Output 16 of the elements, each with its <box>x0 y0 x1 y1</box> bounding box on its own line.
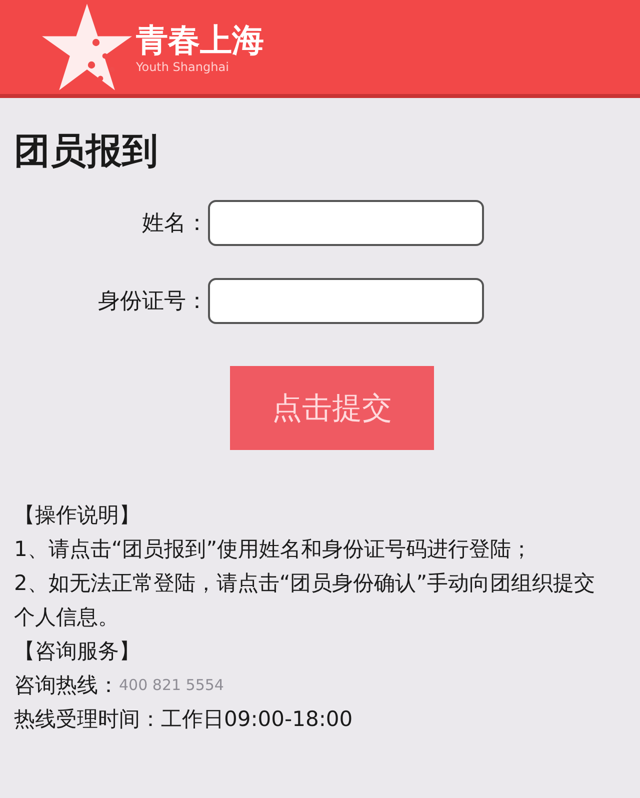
input-field[interactable] <box>208 200 484 246</box>
section-heading: 【咨询服务】 <box>14 638 141 665</box>
logo-subtitle: Youth Shanghai <box>136 60 230 74</box>
contact-label: 咨询热线： <box>14 672 119 699</box>
logo-title: 青春上海 <box>136 20 264 60</box>
section-heading: 【操作说明】 <box>14 502 141 529</box>
contact-label: 热线受理时间： <box>14 706 161 733</box>
contact-value: 400 821 5554 <box>119 675 224 696</box>
contact-value: 工作日09:00-18:00 <box>161 706 353 733</box>
input-field[interactable] <box>208 278 484 324</box>
page-title: 团员报到 <box>14 134 159 170</box>
field-label: 姓名： <box>141 210 208 238</box>
instruction-text: 1、请点击“团员报到”使用姓名和身份证号码进行登陆； <box>14 536 534 563</box>
instruction-text: 2、如无法正常登陆，请点击“团员身份确认”手动向团组织提交个人信息。 <box>14 570 596 631</box>
submit-button[interactable]: 点击提交 <box>230 366 434 450</box>
field-label: 身份证号： <box>97 288 208 316</box>
